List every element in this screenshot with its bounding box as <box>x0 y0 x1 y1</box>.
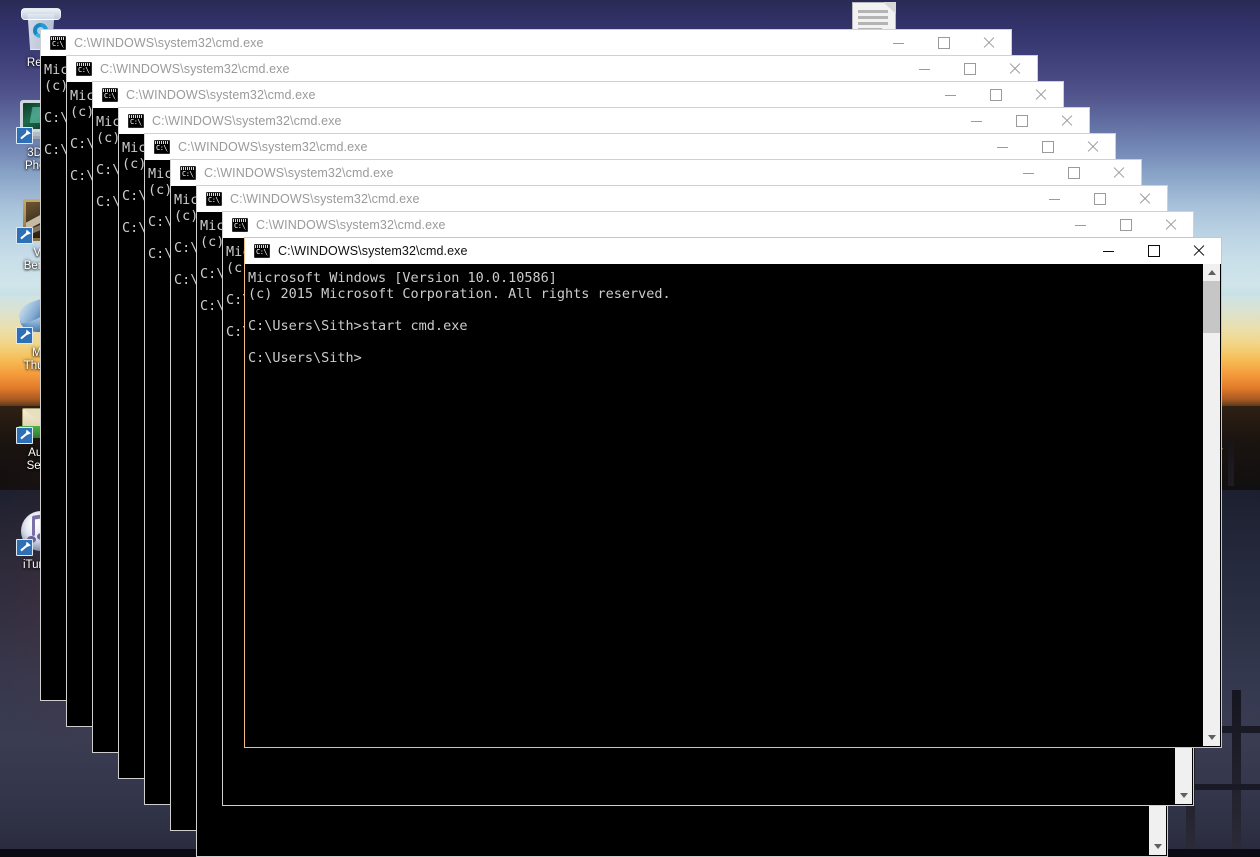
window-titlebar[interactable]: C:\_ C:\WINDOWS\system32\cmd.exe <box>118 107 1090 134</box>
window-controls <box>928 82 1063 108</box>
window-titlebar[interactable]: C:\_ C:\WINDOWS\system32\cmd.exe <box>222 211 1194 238</box>
window-controls <box>876 30 1011 56</box>
maximize-button[interactable] <box>1051 160 1096 186</box>
console-text: Microsoft Windows [Version 10.0.10586] (… <box>248 270 1201 366</box>
wallpaper-pier-post <box>1232 690 1241 849</box>
window-controls <box>1032 186 1167 212</box>
window-titlebar[interactable]: C:\_ C:\WINDOWS\system32\cmd.exe <box>244 237 1222 264</box>
minimize-button[interactable] <box>1086 238 1131 264</box>
window-titlebar[interactable]: C:\_ C:\WINDOWS\system32\cmd.exe <box>196 185 1168 212</box>
window-title: C:\WINDOWS\system32\cmd.exe <box>126 88 316 102</box>
window-controls <box>1086 238 1221 264</box>
close-button[interactable] <box>1176 238 1221 264</box>
shortcut-overlay-icon <box>16 227 33 244</box>
window-titlebar[interactable]: C:\_ C:\WINDOWS\system32\cmd.exe <box>66 55 1038 82</box>
cmd-console-icon: C:\_ <box>232 218 248 232</box>
minimize-button[interactable] <box>1058 212 1103 238</box>
window-controls <box>1058 212 1193 238</box>
close-button[interactable] <box>1070 134 1115 160</box>
window-controls <box>1006 160 1141 186</box>
window-title: C:\WINDOWS\system32\cmd.exe <box>74 36 264 50</box>
cmd-console-icon: C:\_ <box>76 62 92 76</box>
maximize-button[interactable] <box>947 56 992 82</box>
console-vertical-scrollbar[interactable] <box>1203 264 1220 746</box>
close-button[interactable] <box>1044 108 1089 134</box>
scrollbar-track[interactable] <box>1203 281 1220 729</box>
maximize-button[interactable] <box>999 108 1044 134</box>
maximize-button[interactable] <box>1131 238 1176 264</box>
window-titlebar[interactable]: C:\_ C:\WINDOWS\system32\cmd.exe <box>40 29 1012 56</box>
window-controls <box>954 108 1089 134</box>
shortcut-overlay-icon <box>16 327 33 344</box>
minimize-button[interactable] <box>1006 160 1051 186</box>
minimize-button[interactable] <box>954 108 999 134</box>
window-titlebar[interactable]: C:\_ C:\WINDOWS\system32\cmd.exe <box>92 81 1064 108</box>
minimize-button[interactable] <box>902 56 947 82</box>
console-output-area[interactable]: Microsoft Windows [Version 10.0.10586] (… <box>244 264 1222 748</box>
wallpaper-pier-post <box>1228 440 1234 486</box>
window-title: C:\WINDOWS\system32\cmd.exe <box>152 114 342 128</box>
window-controls <box>902 56 1037 82</box>
minimize-button[interactable] <box>928 82 973 108</box>
close-button[interactable] <box>1018 82 1063 108</box>
maximize-button[interactable] <box>973 82 1018 108</box>
minimize-button[interactable] <box>980 134 1025 160</box>
cmd-console-icon: C:\_ <box>154 140 170 154</box>
scroll-down-arrow-icon[interactable] <box>1149 838 1166 855</box>
cmd-console-icon: C:\_ <box>50 36 66 50</box>
window-title: C:\WINDOWS\system32\cmd.exe <box>178 140 368 154</box>
scroll-down-arrow-icon[interactable] <box>1203 729 1220 746</box>
cmd-console-icon: C:\_ <box>128 114 144 128</box>
scroll-down-arrow-icon[interactable] <box>1175 787 1192 804</box>
window-controls <box>980 134 1115 160</box>
shortcut-overlay-icon <box>16 127 33 144</box>
minimize-button[interactable] <box>876 30 921 56</box>
window-title: C:\WINDOWS\system32\cmd.exe <box>230 192 420 206</box>
maximize-button[interactable] <box>1025 134 1070 160</box>
cmd-console-icon: C:\_ <box>180 166 196 180</box>
cmd-console-icon: C:\_ <box>206 192 222 206</box>
window-title: C:\WINDOWS\system32\cmd.exe <box>256 218 446 232</box>
cmd-console-icon: C:\_ <box>254 244 270 258</box>
close-button[interactable] <box>992 56 1037 82</box>
scroll-up-arrow-icon[interactable] <box>1203 264 1220 281</box>
window-title: C:\WINDOWS\system32\cmd.exe <box>278 244 468 258</box>
window-titlebar[interactable]: C:\_ C:\WINDOWS\system32\cmd.exe <box>144 133 1116 160</box>
cmd-window-9[interactable]: C:\_ C:\WINDOWS\system32\cmd.exe Microsoft… <box>244 237 1222 748</box>
close-button[interactable] <box>966 30 1011 56</box>
window-title: C:\WINDOWS\system32\cmd.exe <box>100 62 290 76</box>
maximize-button[interactable] <box>1103 212 1148 238</box>
window-title: C:\WINDOWS\system32\cmd.exe <box>204 166 394 180</box>
close-button[interactable] <box>1122 186 1167 212</box>
cmd-console-icon: C:\_ <box>102 88 118 102</box>
maximize-button[interactable] <box>921 30 966 56</box>
maximize-button[interactable] <box>1077 186 1122 212</box>
window-titlebar[interactable]: C:\_ C:\WINDOWS\system32\cmd.exe <box>170 159 1142 186</box>
shortcut-overlay-icon <box>16 539 33 556</box>
minimize-button[interactable] <box>1032 186 1077 212</box>
shortcut-overlay-icon <box>16 427 33 444</box>
scrollbar-thumb[interactable] <box>1203 281 1220 333</box>
close-button[interactable] <box>1148 212 1193 238</box>
close-button[interactable] <box>1096 160 1141 186</box>
